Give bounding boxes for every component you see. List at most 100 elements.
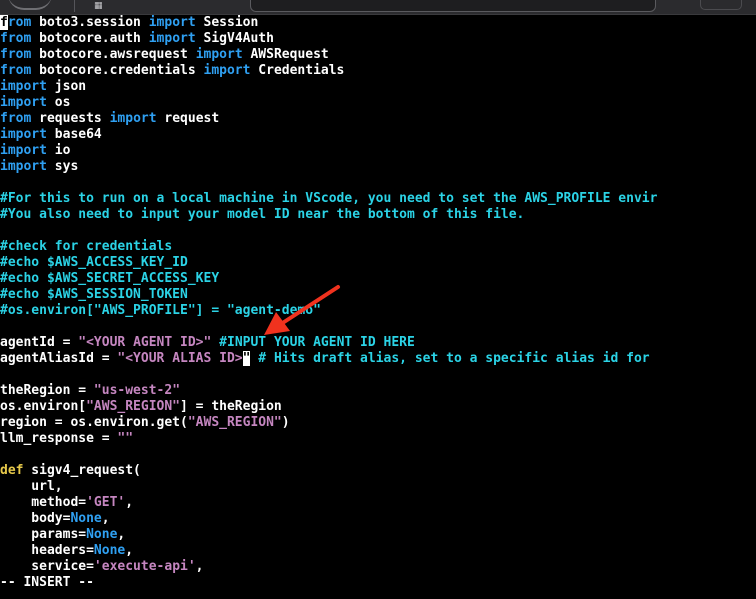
code-token: "AWS_REGION" xyxy=(86,399,181,414)
code-line[interactable] xyxy=(0,223,756,239)
code-line[interactable]: from botocore.awsrequest import AWSReque… xyxy=(0,47,756,63)
code-token: "<YOUR ALIAS ID> xyxy=(117,351,243,366)
terminal-window: ▦ from boto3.session import Session from … xyxy=(0,0,756,599)
code-token: #INPUT YOUR AGENT ID HERE xyxy=(219,335,415,350)
code-token: os xyxy=(46,95,71,110)
code-token: , xyxy=(117,527,126,542)
code-token: agentId = xyxy=(0,335,79,350)
code-line[interactable]: from botocore.credentials import Credent… xyxy=(0,63,756,79)
code-line[interactable]: import io xyxy=(0,143,756,159)
code-token: #os.environ["AWS_PROFILE"] = "agent-demo… xyxy=(0,303,321,318)
code-token: url, xyxy=(0,479,63,494)
code-token: , xyxy=(125,495,134,510)
code-line[interactable]: #os.environ["AWS_PROFILE"] = "agent-demo… xyxy=(0,303,756,319)
code-token: from xyxy=(0,111,32,126)
code-line[interactable] xyxy=(0,447,756,463)
code-line[interactable]: import json xyxy=(0,79,756,95)
code-line[interactable]: agentAliasId = "<YOUR ALIAS ID>" # Hits … xyxy=(0,351,756,367)
code-token: headers= xyxy=(0,543,94,558)
code-line[interactable]: body=None, xyxy=(0,511,756,527)
code-token: os.environ[ xyxy=(0,399,87,414)
code-token: botocore.awsrequest xyxy=(31,47,196,62)
code-token: Credentials xyxy=(250,63,345,78)
code-token: import xyxy=(0,95,47,110)
code-token: service= xyxy=(0,559,94,574)
code-token: theRegion = xyxy=(0,383,94,398)
code-line[interactable]: llm_response = "" xyxy=(0,431,756,447)
code-token: boto3.session xyxy=(31,15,149,30)
code-token: #You also need to input your model ID ne… xyxy=(0,207,525,222)
code-token: import xyxy=(0,159,47,174)
code-token: import xyxy=(148,31,196,46)
code-token: base64 xyxy=(46,127,102,142)
code-line[interactable]: from boto3.session import Session xyxy=(0,15,756,31)
code-line[interactable]: #For this to run on a local machine in V… xyxy=(0,191,756,207)
code-token: #echo $AWS_SECRET_ACCESS_KEY xyxy=(0,271,220,286)
code-line[interactable]: #echo $AWS_SESSION_TOKEN xyxy=(0,287,756,303)
code-token: rom xyxy=(7,15,32,30)
code-line[interactable]: agentId = "<YOUR AGENT ID>" #INPUT YOUR … xyxy=(0,335,756,351)
code-line[interactable]: #You also need to input your model ID ne… xyxy=(0,207,756,223)
code-token: #check for credentials xyxy=(0,239,173,254)
code-line[interactable]: #echo $AWS_ACCESS_KEY_ID xyxy=(0,255,756,271)
code-line[interactable] xyxy=(0,175,756,191)
code-token: import xyxy=(109,111,157,126)
code-token: botocore.credentials xyxy=(31,63,204,78)
code-token: # Hits draft alias, set to a specific al… xyxy=(258,351,650,366)
code-line[interactable]: service='execute-api', xyxy=(0,559,756,575)
code-token: #For this to run on a local machine in V… xyxy=(0,191,658,206)
code-line[interactable]: from requests import request xyxy=(0,111,756,127)
code-line[interactable]: from botocore.auth import SigV4Auth xyxy=(0,31,756,47)
code-token: , xyxy=(195,559,204,574)
code-line[interactable]: import base64 xyxy=(0,127,756,143)
code-line[interactable]: import sys xyxy=(0,159,756,175)
code-token: #echo $AWS_SESSION_TOKEN xyxy=(0,287,188,302)
logo-icon xyxy=(8,0,52,10)
code-line[interactable]: headers=None, xyxy=(0,543,756,559)
code-line[interactable]: #check for credentials xyxy=(0,239,756,255)
toolbar-divider xyxy=(74,0,75,12)
vim-editor[interactable]: from boto3.session import Session from bo… xyxy=(0,15,756,599)
code-line[interactable]: method='GET', xyxy=(0,495,756,511)
text-cursor: f xyxy=(0,15,8,30)
code-line[interactable] xyxy=(0,367,756,383)
toolbar-button[interactable] xyxy=(700,0,742,10)
vim-mode-indicator: -- INSERT -- xyxy=(0,575,94,590)
code-line[interactable]: import os xyxy=(0,95,756,111)
code-token: #echo $AWS_ACCESS_KEY_ID xyxy=(0,255,188,270)
code-token: json xyxy=(46,79,87,94)
code-token: params= xyxy=(0,527,87,542)
code-token: "" xyxy=(117,431,134,446)
code-line[interactable]: def sigv4_request( xyxy=(0,463,756,479)
code-token: botocore.auth xyxy=(31,31,149,46)
code-token: 'execute-api' xyxy=(93,559,196,574)
code-token: None xyxy=(70,511,102,526)
code-token: body= xyxy=(0,511,71,526)
code-token: "AWS_REGION" xyxy=(187,415,282,430)
code-line[interactable]: region = os.environ.get("AWS_REGION") xyxy=(0,415,756,431)
code-line[interactable]: os.environ["AWS_REGION"] = theRegion xyxy=(0,399,756,415)
code-token: sys xyxy=(46,159,79,174)
code-token: sigv4_request( xyxy=(23,463,141,478)
code-line[interactable]: params=None, xyxy=(0,527,756,543)
code-line[interactable]: url, xyxy=(0,479,756,495)
code-token: import xyxy=(195,47,243,62)
code-token: None xyxy=(86,527,118,542)
code-token: "us-west-2" xyxy=(93,383,181,398)
code-token: from xyxy=(0,31,32,46)
code-token: None xyxy=(93,543,126,558)
code-token: llm_response = xyxy=(0,431,118,446)
apps-grid-icon[interactable]: ▦ xyxy=(94,1,106,11)
code-line[interactable]: theRegion = "us-west-2" xyxy=(0,383,756,399)
code-line[interactable] xyxy=(0,319,756,335)
browser-toolbar: ▦ xyxy=(0,0,756,15)
code-token: AWSRequest xyxy=(242,47,329,62)
code-line[interactable]: #echo $AWS_SECRET_ACCESS_KEY xyxy=(0,271,756,287)
code-token: request xyxy=(156,111,220,126)
code-token: import xyxy=(148,15,196,30)
code-token: method= xyxy=(0,495,87,510)
search-bar[interactable] xyxy=(250,0,656,12)
code-token: import xyxy=(203,63,251,78)
code-token: region = os.environ.get( xyxy=(0,415,188,430)
